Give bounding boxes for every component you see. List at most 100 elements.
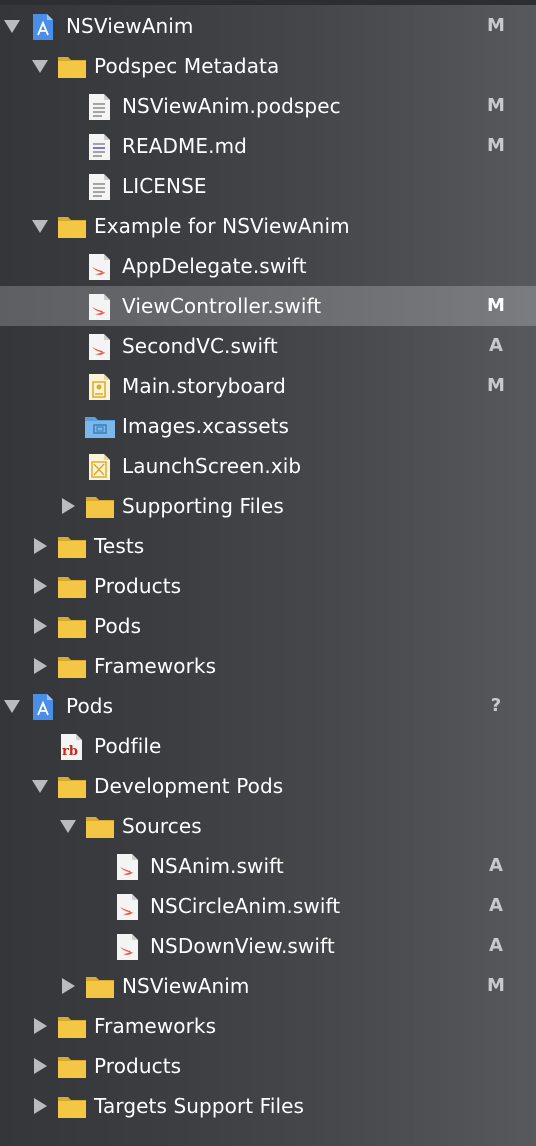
folder-icon [57, 773, 86, 799]
scm-status-badge: M [487, 375, 505, 396]
tree-row-label: Podfile [94, 734, 162, 758]
scm-status-badge: A [489, 335, 503, 356]
tree-row-label: Images.xcassets [122, 414, 290, 438]
disclosure-closed-icon[interactable] [62, 978, 75, 994]
swift-file-icon [116, 893, 144, 920]
asset-catalog-icon [84, 413, 115, 439]
tree-row-project-nsviewanim[interactable]: NSViewAnim M [0, 6, 536, 46]
folder-icon [85, 813, 114, 839]
tree-row-file-nscircleanim[interactable]: NSCircleAnim.swift A [0, 886, 536, 926]
tree-row-label: Supporting Files [122, 494, 284, 518]
tree-row-file-appdelegate[interactable]: AppDelegate.swift [0, 246, 536, 286]
folder-icon [57, 1053, 86, 1079]
text-file-icon [88, 93, 116, 120]
folder-icon [85, 493, 114, 519]
tree-row-group-tests[interactable]: Tests [0, 526, 536, 566]
scm-status-badge: M [487, 15, 505, 36]
disclosure-closed-icon[interactable] [34, 1018, 47, 1034]
scm-status-badge: M [487, 975, 505, 996]
tree-row-file-launchscreen-xib[interactable]: LaunchScreen.xib [0, 446, 536, 486]
tree-row-label: NSViewAnim.podspec [122, 94, 341, 118]
tree-row-file-viewcontroller[interactable]: ViewController.swift M [0, 286, 536, 326]
scm-status-badge: ? [490, 695, 502, 716]
tree-row-group-products[interactable]: Products [0, 566, 536, 606]
tree-row-label: NSViewAnim [122, 974, 250, 998]
tree-row-file-main-storyboard[interactable]: Main.storyboard M [0, 366, 536, 406]
tree-row-label: LaunchScreen.xib [122, 454, 302, 478]
tree-row-group-development-pods[interactable]: Development Pods [0, 766, 536, 806]
xcode-project-icon [30, 693, 58, 720]
tree-row-label: Pods [94, 614, 142, 638]
disclosure-closed-icon[interactable] [34, 578, 47, 594]
project-navigator: NSViewAnim M Podspec Metadata NSViewAnim… [0, 6, 536, 1126]
storyboard-file-icon [88, 373, 116, 400]
disclosure-open-icon[interactable] [32, 60, 48, 73]
tree-row-file-readme[interactable]: README.md M [0, 126, 536, 166]
tree-row-group-supporting-files[interactable]: Supporting Files [0, 486, 536, 526]
swift-file-icon [116, 933, 144, 960]
folder-icon [57, 53, 86, 79]
tree-row-group-nsviewanim[interactable]: NSViewAnim M [0, 966, 536, 1006]
tree-row-label: NSDownView.swift [150, 934, 335, 958]
swift-file-icon [116, 853, 144, 880]
tree-row-file-secondvc[interactable]: SecondVC.swift A [0, 326, 536, 366]
tree-row-label: README.md [122, 134, 247, 158]
tree-row-label: Frameworks [94, 654, 217, 678]
disclosure-open-icon[interactable] [32, 780, 48, 793]
tree-row-group-frameworks-pods[interactable]: Frameworks [0, 1006, 536, 1046]
disclosure-open-icon[interactable] [32, 220, 48, 233]
tree-row-label: Pods [66, 694, 114, 718]
tree-row-label: Targets Support Files [94, 1094, 305, 1118]
tree-row-file-images-xcassets[interactable]: Images.xcassets [0, 406, 536, 446]
disclosure-closed-icon[interactable] [34, 618, 47, 634]
disclosure-closed-icon[interactable] [62, 498, 75, 514]
tree-row-group-example[interactable]: Example for NSViewAnim [0, 206, 536, 246]
tree-row-label: SecondVC.swift [122, 334, 278, 358]
disclosure-closed-icon[interactable] [34, 1058, 47, 1074]
disclosure-open-icon[interactable] [4, 700, 20, 713]
swift-file-icon [88, 333, 116, 360]
tree-row-file-license[interactable]: LICENSE [0, 166, 536, 206]
swift-file-icon [88, 293, 116, 320]
tree-row-group-pods[interactable]: Pods [0, 606, 536, 646]
tree-row-label: ViewController.swift [122, 294, 322, 318]
tree-row-label: Example for NSViewAnim [94, 214, 350, 238]
disclosure-closed-icon[interactable] [34, 1098, 47, 1114]
tree-row-label: Main.storyboard [122, 374, 286, 398]
tree-row-file-nsanim[interactable]: NSAnim.swift A [0, 846, 536, 886]
disclosure-closed-icon[interactable] [34, 538, 47, 554]
scm-status-badge: M [487, 135, 505, 156]
tree-row-label: Sources [122, 814, 202, 838]
tree-row-group-targets-support-files[interactable]: Targets Support Files [0, 1086, 536, 1126]
tree-row-project-pods[interactable]: Pods ? [0, 686, 536, 726]
tree-row-group-sources[interactable]: Sources [0, 806, 536, 846]
disclosure-open-icon[interactable] [60, 820, 76, 833]
tree-row-label: NSCircleAnim.swift [150, 894, 341, 918]
folder-icon [57, 1093, 86, 1119]
tree-row-file-nsdownview[interactable]: NSDownView.swift A [0, 926, 536, 966]
folder-icon [57, 653, 86, 679]
tree-row-group-products-pods[interactable]: Products [0, 1046, 536, 1086]
xib-file-icon [88, 453, 116, 480]
text-file-icon [88, 173, 116, 200]
disclosure-closed-icon[interactable] [34, 658, 47, 674]
tree-row-label: LICENSE [122, 174, 207, 198]
svg-text:rb: rb [62, 744, 78, 759]
folder-icon [57, 613, 86, 639]
tree-row-group-podspec-metadata[interactable]: Podspec Metadata [0, 46, 536, 86]
tree-row-label: AppDelegate.swift [122, 254, 307, 278]
tree-row-label: NSViewAnim [66, 14, 194, 38]
tree-row-group-frameworks[interactable]: Frameworks [0, 646, 536, 686]
folder-icon [85, 973, 114, 999]
swift-file-icon [88, 253, 116, 280]
tree-row-label: Products [94, 574, 182, 598]
folder-icon [57, 213, 86, 239]
folder-icon [57, 573, 86, 599]
tree-row-label: NSAnim.swift [150, 854, 284, 878]
disclosure-open-icon[interactable] [4, 20, 20, 33]
tree-row-file-podfile[interactable]: rb Podfile [0, 726, 536, 766]
scm-status-badge: A [489, 935, 503, 956]
tree-row-label: Podspec Metadata [94, 54, 280, 78]
scm-status-badge: M [487, 295, 505, 316]
tree-row-file-podspec[interactable]: NSViewAnim.podspec M [0, 86, 536, 126]
